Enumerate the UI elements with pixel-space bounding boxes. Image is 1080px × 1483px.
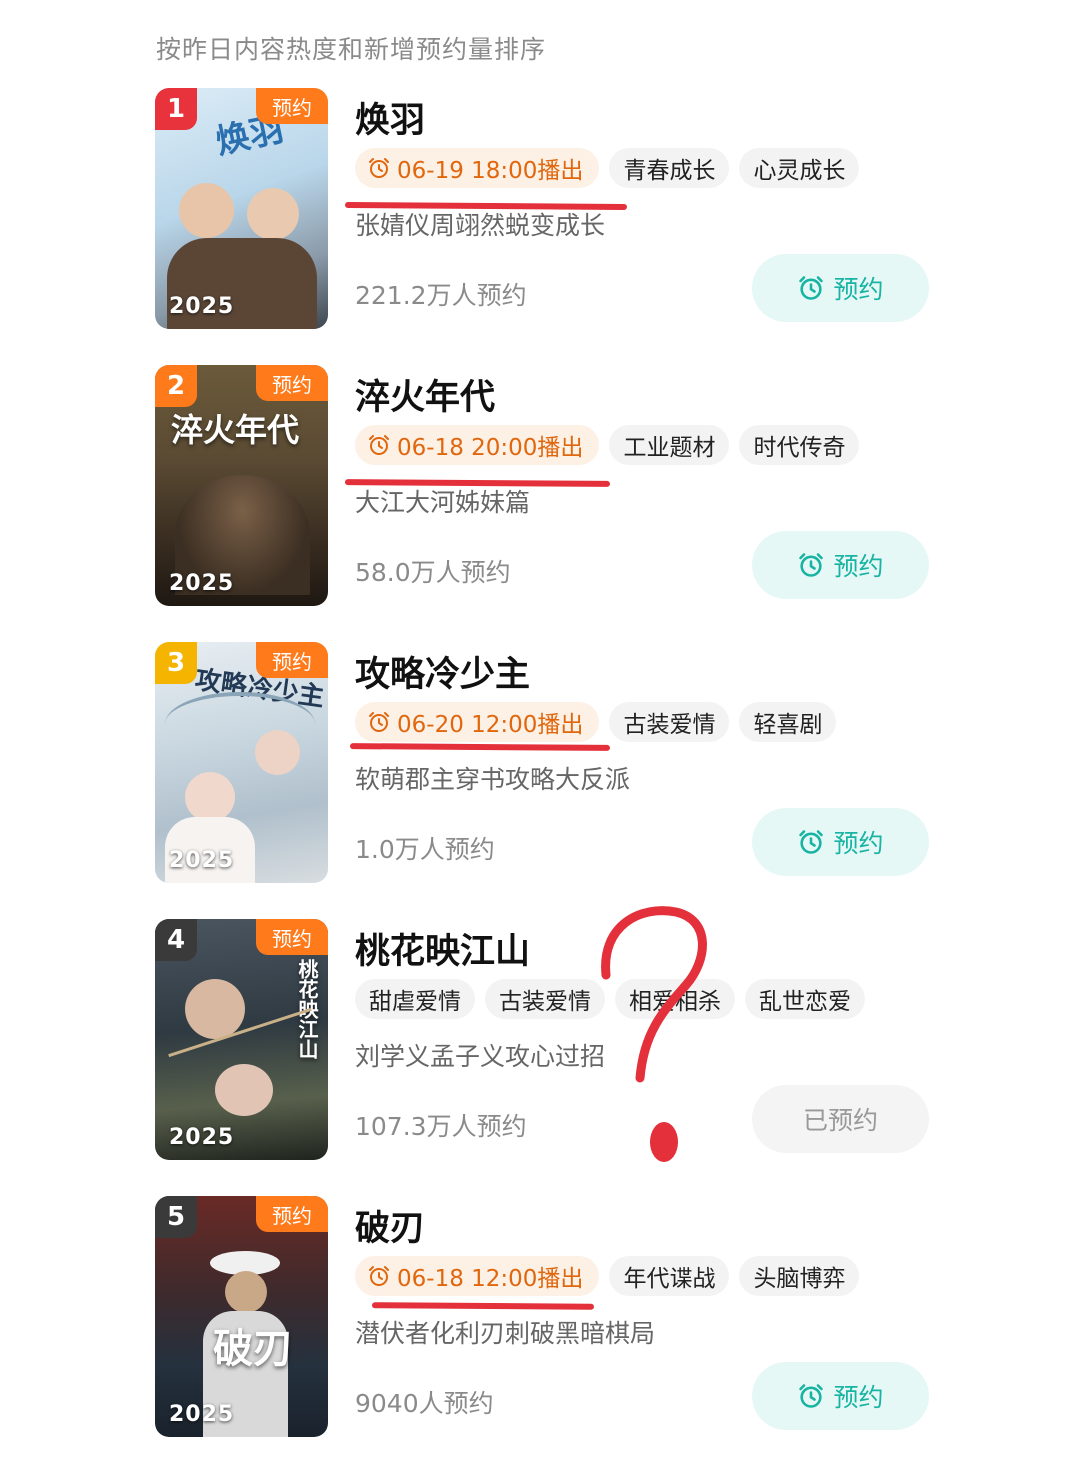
genre-tag[interactable]: 头脑博弈 xyxy=(739,1256,860,1296)
air-time-chip: 06-20 12:00播出 xyxy=(355,702,600,742)
alarm-clock-icon xyxy=(369,1266,389,1286)
poster-year: 2025 xyxy=(169,1402,235,1427)
reserve-button-label: 预约 xyxy=(833,552,884,581)
reserve-button[interactable]: 预约 xyxy=(752,531,929,599)
rank-badge: 2 xyxy=(155,365,197,407)
genre-tag[interactable]: 时代传奇 xyxy=(739,425,860,465)
reserved-button-label: 已预约 xyxy=(802,1106,878,1135)
alarm-clock-icon xyxy=(369,712,389,732)
show-description: 软萌郡主穿书攻略大反派 xyxy=(355,765,631,794)
alarm-clock-icon xyxy=(799,276,824,300)
poster-image[interactable]: 桃花映江山 4 预约 2025 xyxy=(155,919,328,1160)
air-time-label: 06-19 18:00播出 xyxy=(397,158,584,184)
poster-year: 2025 xyxy=(169,848,235,873)
alarm-clock-icon xyxy=(369,435,389,455)
tag-row: 06-19 18:00播出 青春成长 心灵成长 xyxy=(355,148,860,188)
list-item[interactable]: 攻略冷少主 3 预约 2025 攻略冷少主 06-20 12:00播出 古装爱情… xyxy=(0,642,1080,912)
list-item[interactable]: 桃花映江山 4 预约 2025 桃花映江山 甜虐爱情 古装爱情 相爱相杀 乱世恋… xyxy=(0,919,1080,1189)
alarm-clock-icon xyxy=(799,553,824,577)
ranking-subtitle: 按昨日内容热度和新增预约量排序 xyxy=(156,35,547,64)
question-mark-annotation xyxy=(601,906,707,1162)
poster-image[interactable]: 焕羽 1 预约 2025 xyxy=(155,88,328,329)
genre-tag[interactable]: 甜虐爱情 xyxy=(355,979,475,1019)
genre-tag[interactable]: 古装爱情 xyxy=(485,979,605,1019)
poster-image[interactable]: 破刃 5 预约 2025 xyxy=(155,1196,328,1437)
reserve-badge: 预约 xyxy=(256,1196,328,1232)
genre-tag[interactable]: 工业题材 xyxy=(609,425,730,465)
genre-tag[interactable]: 青春成长 xyxy=(609,148,730,188)
genre-tag[interactable]: 古装爱情 xyxy=(609,702,730,742)
show-description: 潜伏者化利刃刺破黑暗棋局 xyxy=(355,1319,656,1348)
reservation-count: 1.0万人预约 xyxy=(355,835,495,864)
list-item[interactable]: 焕羽 1 预约 2025 焕羽 06-19 18:00播出 青春成长 心灵成长 … xyxy=(0,88,1080,358)
show-title[interactable]: 焕羽 xyxy=(355,92,425,143)
rank-badge: 1 xyxy=(155,88,197,130)
alarm-clock-icon xyxy=(799,1384,824,1408)
genre-tag[interactable]: 轻喜剧 xyxy=(739,702,837,742)
show-description: 大江大河姊妹篇 xyxy=(355,488,531,517)
reserve-button-label: 预约 xyxy=(833,275,884,304)
rank-badge: 3 xyxy=(155,642,197,684)
show-description: 张婧仪周翊然蜕变成长 xyxy=(355,211,606,240)
tag-row: 06-18 20:00播出 工业题材 时代传奇 xyxy=(355,425,860,465)
air-time-chip: 06-18 20:00播出 xyxy=(355,425,600,465)
air-time-chip: 06-18 12:00播出 xyxy=(355,1256,600,1296)
rank-badge: 5 xyxy=(155,1196,197,1238)
genre-tag[interactable]: 心灵成长 xyxy=(739,148,860,188)
alarm-clock-icon xyxy=(369,158,389,178)
reserve-button[interactable]: 预约 xyxy=(752,1362,929,1430)
reserve-badge: 预约 xyxy=(256,88,328,124)
genre-tag[interactable]: 乱世恋爱 xyxy=(745,979,865,1019)
list-item[interactable]: 淬火年代 2 预约 2025 淬火年代 06-18 20:00播出 工业题材 时… xyxy=(0,365,1080,635)
reservation-count: 58.0万人预约 xyxy=(355,558,511,587)
air-time-label: 06-18 12:00播出 xyxy=(397,1266,584,1292)
show-description: 刘学义孟子义攻心过招 xyxy=(355,1042,606,1071)
show-title[interactable]: 破刃 xyxy=(355,1200,425,1251)
reserve-badge: 预约 xyxy=(256,919,328,955)
rank-badge: 4 xyxy=(155,919,197,961)
reserve-badge: 预约 xyxy=(256,365,328,401)
air-time-label: 06-20 12:00播出 xyxy=(397,712,584,738)
show-title[interactable]: 淬火年代 xyxy=(355,369,495,420)
reserve-button[interactable]: 预约 xyxy=(752,808,929,876)
air-time-chip: 06-19 18:00播出 xyxy=(355,148,600,188)
air-time-label: 06-18 20:00播出 xyxy=(397,435,584,461)
list-item[interactable]: 破刃 5 预约 2025 破刃 06-18 12:00播出 年代谍战 头脑博弈 … xyxy=(0,1196,1080,1466)
poster-year: 2025 xyxy=(169,571,235,596)
tag-row: 06-18 12:00播出 年代谍战 头脑博弈 xyxy=(355,1256,860,1296)
reservation-count: 221.2万人预约 xyxy=(355,281,527,310)
poster-image[interactable]: 淬火年代 2 预约 2025 xyxy=(155,365,328,606)
reserve-button-label: 预约 xyxy=(833,1383,884,1412)
poster-title-art: 破刃 xyxy=(213,1326,293,1372)
reservation-count: 9040人预约 xyxy=(355,1389,494,1418)
genre-tag[interactable]: 年代谍战 xyxy=(609,1256,730,1296)
poster-year: 2025 xyxy=(169,294,235,319)
reserved-button[interactable]: 已预约 xyxy=(752,1085,929,1153)
alarm-clock-icon xyxy=(799,830,824,854)
poster-image[interactable]: 攻略冷少主 3 预约 2025 xyxy=(155,642,328,883)
reservation-count: 107.3万人预约 xyxy=(355,1112,527,1141)
show-title[interactable]: 攻略冷少主 xyxy=(355,646,530,697)
reserve-button-label: 预约 xyxy=(833,829,884,858)
tag-row: 06-20 12:00播出 古装爱情 轻喜剧 xyxy=(355,702,837,742)
poster-year: 2025 xyxy=(169,1125,235,1150)
poster-title-art: 淬火年代 xyxy=(171,411,300,449)
show-title[interactable]: 桃花映江山 xyxy=(355,923,530,974)
reserve-badge: 预约 xyxy=(256,642,328,678)
reserve-button[interactable]: 预约 xyxy=(752,254,929,322)
